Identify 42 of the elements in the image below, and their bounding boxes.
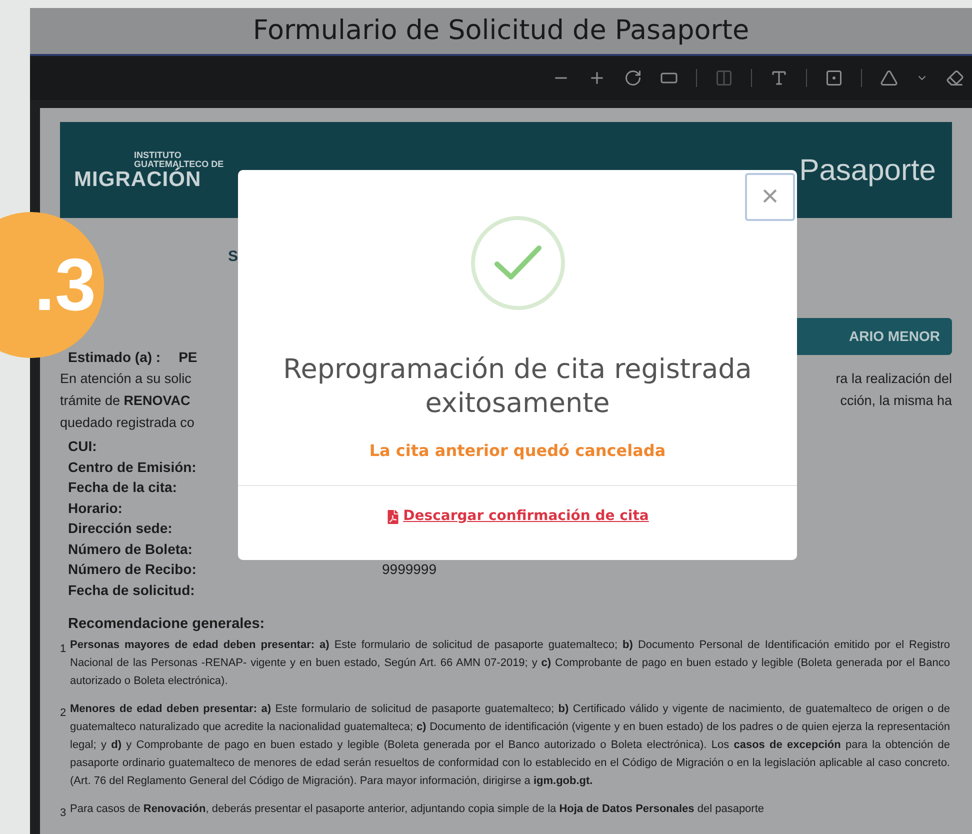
highlight-icon[interactable] (880, 69, 898, 87)
step-number: .3 (34, 248, 96, 322)
intro-text: ra la realización del (836, 370, 952, 388)
close-button[interactable]: × (745, 173, 795, 221)
success-check-icon (470, 215, 566, 311)
org-line: INSTITUTO (133, 150, 182, 160)
intro-text: trámite de RENOVAC (60, 392, 190, 410)
field-label: Horario: (68, 500, 122, 516)
recommendations-title: Recomendacione generales: (67, 615, 266, 634)
list-number: 1 (60, 642, 68, 657)
list-number: 3 (60, 806, 68, 821)
dialog-subtitle: La cita anterior quedó cancelada (369, 440, 666, 462)
list-number: 2 (60, 706, 68, 721)
field-label: CUI: (68, 438, 97, 454)
intro-text: En atención a su solic (60, 370, 192, 388)
greeting-label: Estimado (a) : (68, 348, 161, 367)
intro-text: quedado registrada co (60, 414, 194, 432)
field-label: Número de Recibo: (68, 561, 196, 577)
frame-icon[interactable] (825, 69, 843, 87)
recommendation-text: Menores de edad deben presentar: a) Este formulario de solicitud de pasaporte guatemalteco; b) Certificado válido y vigente de nacimiento, de guatemalteco de origen o de guatemalteco naturalizado que acredite la nacionalidad guatemalteca; c) Documento de identificación (vigente y en buen estado) de los padres o de quien ejerza la representación legal; y d) y Comprobante de pago en buen estado y legible (Boleta generada por el Banco autorizado o Boleta electrónica). Los casos de excepción para la obtención de pasaporte ordinario guatemalteco de menores de edad serán resueltos de conformidad con lo establecido en el Código de Migración o en la legislación aplicable al caso concreto. (Art. 76 del Reglamento General del Código de Migración). Para mayor información, dirigirse a igm.gob.gt. (70, 702, 950, 789)
field-label: Número de Boleta: (68, 540, 192, 556)
section-heading: S (228, 247, 238, 267)
field-label: Centro de Emisión: (68, 458, 196, 474)
field-value: 9999999 (382, 560, 437, 579)
dialog-title: Reprogramación de cita registrada exitosamente (282, 353, 753, 421)
eraser-icon[interactable] (946, 69, 964, 87)
download-link[interactable]: Descargar confirmación de cita (386, 506, 649, 527)
org-line: GUATEMALTECO DE (134, 160, 224, 168)
zoom-in-icon[interactable] (588, 69, 606, 87)
viewer-title: Formulario de Solicitud de Pasaporte (252, 14, 750, 48)
field-label: Dirección sede: (68, 520, 172, 536)
field-label: Fecha de la cita: (68, 479, 177, 495)
recommendation-text: Para casos de Renovación, deberás presentar el pasaporte anterior, adjuntando copia simple de la Hoja de Datos Personales del pasaporte (70, 802, 764, 817)
pdf-icon (386, 510, 400, 524)
intro-text: cción, la misma ha (840, 392, 952, 410)
rotate-icon[interactable] (624, 69, 642, 87)
text-icon[interactable] (770, 69, 788, 87)
greeting-name: PE (178, 348, 198, 367)
banner-title: Pasaporte (799, 152, 936, 188)
recommendation-text: Personas mayores de edad deben presentar: a) Este formulario de solicitud de pasaporte guatemalteco; b) Documento Personal de Identificación emitido por el Registro Nacional de las Personas -RENAP- vigente y en buen estado, Según Art. 66 AMN 07-2019; y c) Comprobante de pago en buen estado y legible (Boleta generada por el Banco autorizado o Boleta electrónica). (70, 638, 950, 689)
field-label: Fecha de solicitud: (68, 582, 195, 598)
org-name: MIGRACIÓN (74, 168, 202, 190)
